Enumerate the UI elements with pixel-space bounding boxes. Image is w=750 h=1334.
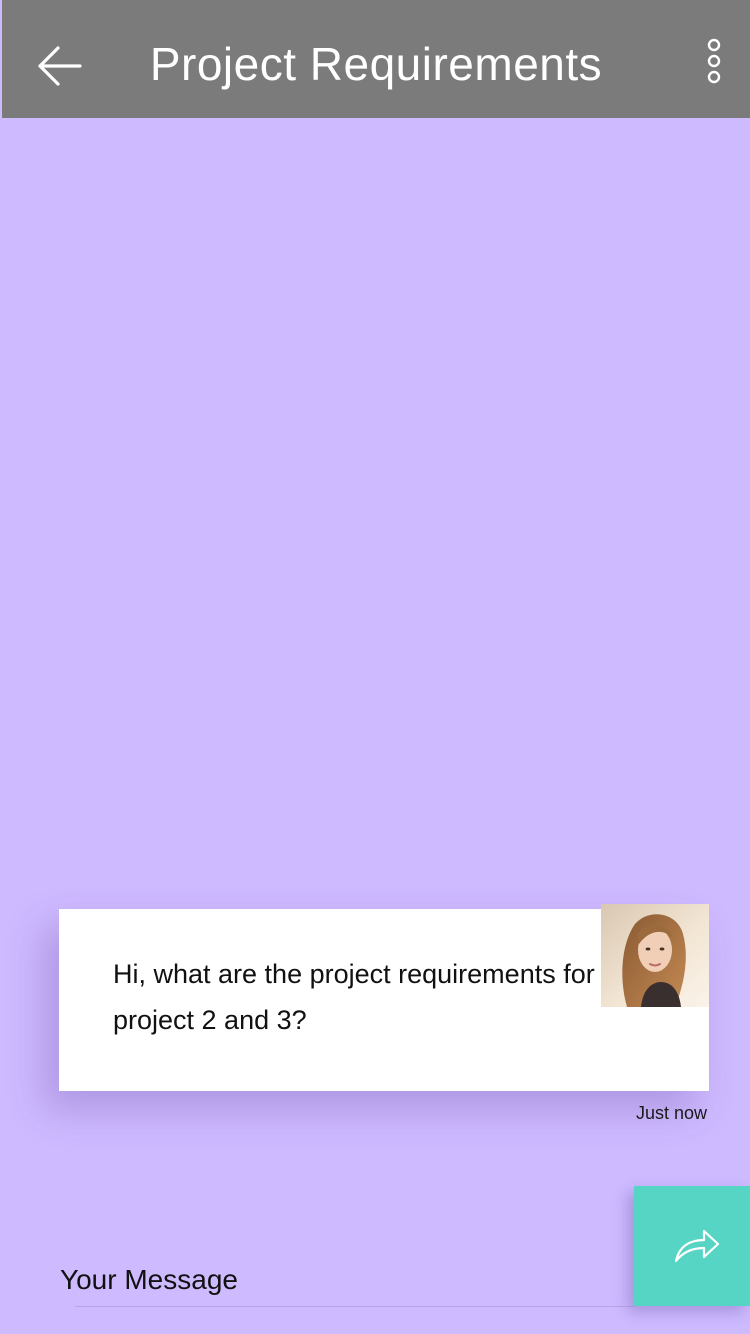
more-vertical-icon bbox=[707, 38, 721, 84]
share-forward-icon bbox=[674, 1229, 720, 1263]
message-timestamp: Just now bbox=[635, 1103, 707, 1123]
message-text: Hi, what are the project requirements fo… bbox=[113, 959, 595, 1035]
more-options-button[interactable] bbox=[698, 36, 730, 90]
page-title: Project Requirements bbox=[149, 38, 603, 90]
top-bar: Project Requirements bbox=[2, 0, 750, 118]
avatar-image bbox=[601, 904, 709, 1007]
user-avatar[interactable] bbox=[601, 904, 709, 1007]
message-input[interactable]: Your Message bbox=[60, 1262, 238, 1298]
input-underline bbox=[75, 1306, 635, 1307]
send-button[interactable] bbox=[634, 1186, 750, 1306]
